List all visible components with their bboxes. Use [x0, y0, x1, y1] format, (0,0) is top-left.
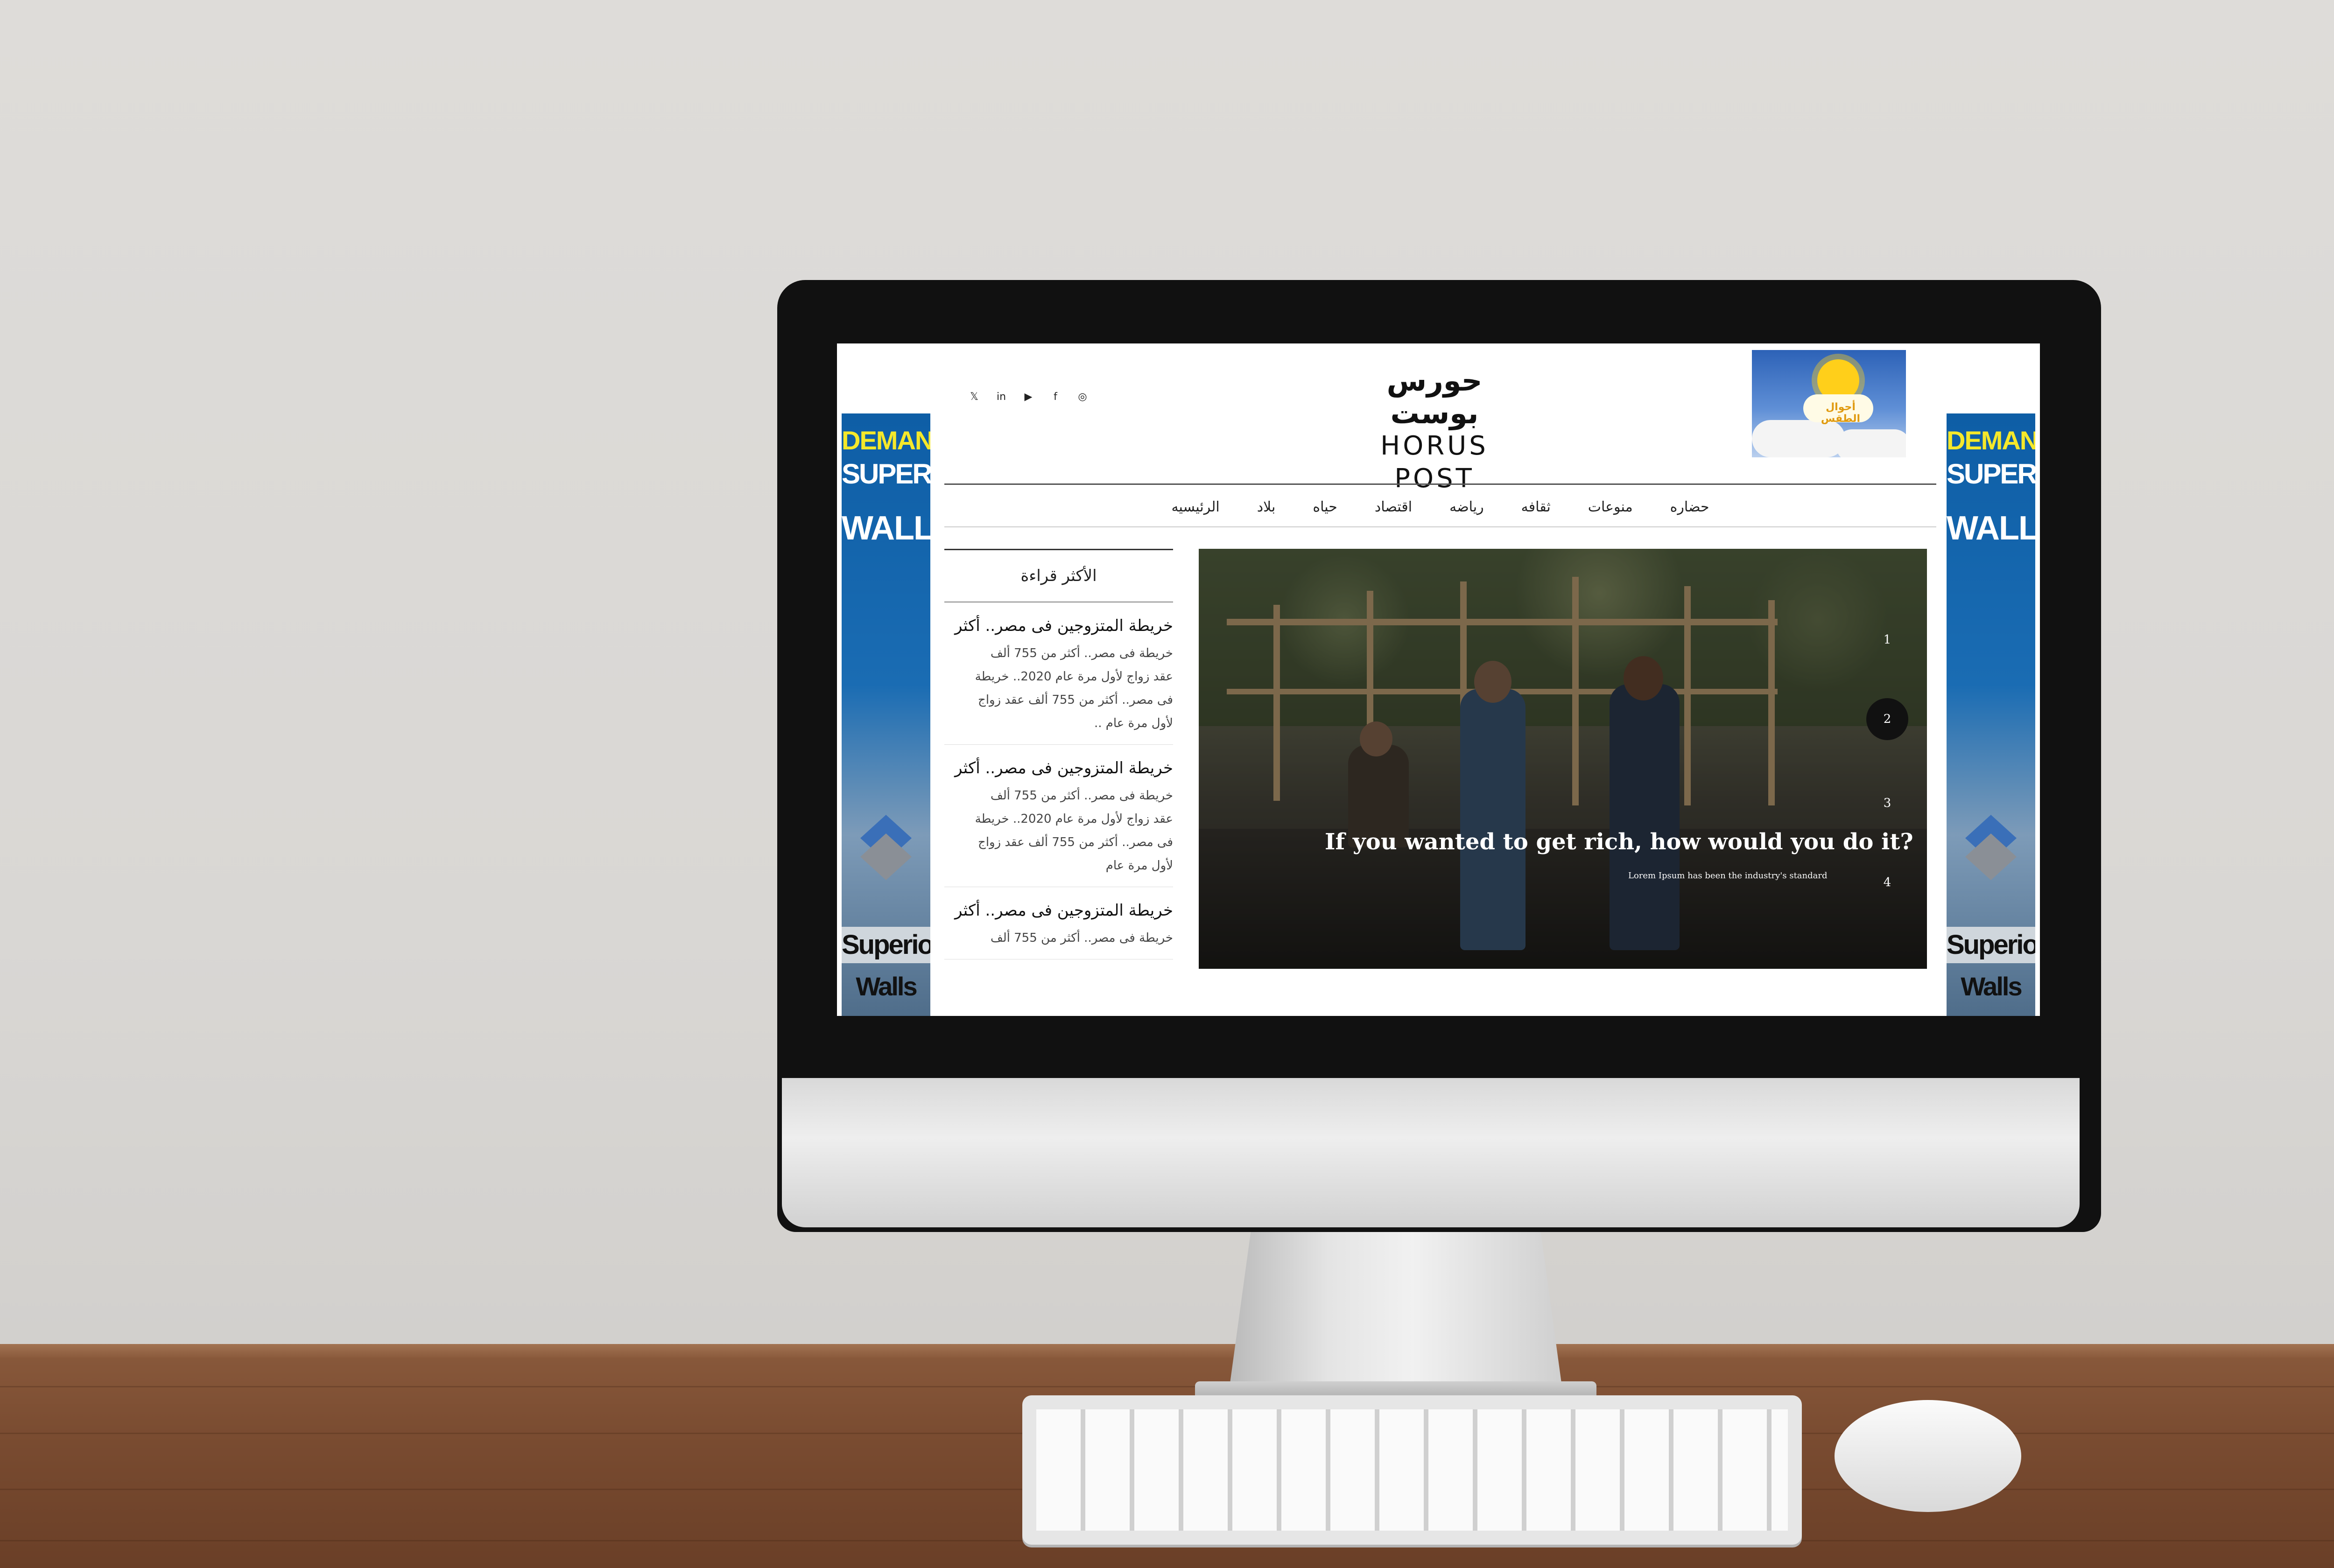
article-headline[interactable]: خريطة المتزوجين فى مصر.. أكثر: [944, 759, 1173, 777]
ad-brand-text: Superior: [842, 927, 930, 963]
list-item[interactable]: خريطة المتزوجين فى مصر.. أكثر خريطة فى م…: [944, 887, 1173, 959]
most-read-title: الأكثر قراءة: [944, 549, 1173, 602]
instagram-icon[interactable]: ◎: [1076, 390, 1089, 403]
slider-dot-4[interactable]: 4: [1866, 861, 1908, 903]
article-headline[interactable]: خريطة المتزوجين فى مصر.. أكثر: [944, 616, 1173, 635]
monitor-stand: [1228, 1204, 1564, 1400]
ad-demand-text: DEMAND: [1947, 426, 2035, 455]
keyboard: [1022, 1395, 1802, 1545]
facebook-icon[interactable]: f: [1049, 390, 1062, 403]
slider-pagination: 1 2 3 4: [1848, 549, 1927, 969]
nav-item-sports[interactable]: رياضه: [1449, 499, 1484, 515]
slide-title[interactable]: If you wanted to get rich, how would you…: [1325, 829, 1913, 855]
article-excerpt: خريطة فى مصر.. أكثر من 755 ألف عقد زواج …: [975, 646, 1173, 730]
right-banner-ad[interactable]: DEMAND SUPERIOR WALLS Superior Walls: [1947, 413, 2035, 1016]
nav-item-countries[interactable]: بلاد: [1257, 499, 1276, 515]
slider-dot-1[interactable]: 1: [1866, 619, 1908, 661]
nav-item-culture[interactable]: ثقافه: [1521, 499, 1551, 515]
nav-item-life[interactable]: حياه: [1313, 499, 1337, 515]
superior-walls-logo-icon: [860, 815, 912, 880]
nav-top-rule: [944, 483, 1936, 485]
linkedin-icon[interactable]: in: [995, 390, 1008, 403]
nav-bottom-rule: [944, 526, 1936, 527]
ad-brand-text-2: Walls: [856, 972, 917, 1001]
article-headline[interactable]: خريطة المتزوجين فى مصر.. أكثر: [944, 901, 1173, 920]
youtube-icon[interactable]: ▶: [1022, 390, 1035, 403]
left-banner-ad[interactable]: DEMAND SUPERIOR WALLS Superior Walls: [842, 413, 930, 1016]
slider-dot-2[interactable]: 2: [1866, 698, 1908, 740]
slider-dot-3[interactable]: 3: [1866, 782, 1908, 824]
ad-brand-text: Superior: [1947, 927, 2035, 963]
site-logo[interactable]: حورس بوست HORUS POST: [1350, 364, 1519, 494]
ad-demand-text: DEMAND: [842, 426, 930, 455]
nav-item-home[interactable]: الرئيسيه: [1171, 499, 1219, 515]
article-excerpt: خريطة فى مصر.. أكثر من 755 ألف: [990, 931, 1173, 945]
monitor-chin: [782, 1078, 2080, 1227]
weather-widget[interactable]: أحوال الطقس: [1752, 350, 1906, 457]
ad-superior-text: SUPERIOR: [1947, 458, 2035, 490]
ad-walls-text: WALLS: [842, 510, 930, 547]
twitter-icon[interactable]: 𝕏: [968, 390, 981, 403]
article-excerpt: خريطة فى مصر.. أكثر من 755 ألف عقد زواج …: [975, 789, 1173, 873]
nav-item-civilization[interactable]: حضاره: [1670, 499, 1709, 515]
weather-label: أحوال الطقس: [1821, 401, 1861, 425]
logo-arabic: حورس بوست: [1386, 364, 1483, 430]
social-links: 𝕏 in ▶ f ◎: [968, 390, 1089, 403]
superior-walls-logo-icon: [1965, 815, 2017, 880]
ad-brand-text-2: Walls: [1961, 972, 2022, 1001]
nav-item-misc[interactable]: منوعات: [1588, 499, 1633, 515]
logo-english: HORUS POST: [1380, 431, 1489, 494]
most-read-sidebar: الأكثر قراءة خريطة المتزوجين فى مصر.. أك…: [944, 549, 1173, 1015]
list-item[interactable]: خريطة المتزوجين فى مصر.. أكثر خريطة فى م…: [944, 745, 1173, 887]
ad-walls-text: WALLS: [1947, 510, 2035, 547]
website-screen: DEMAND SUPERIOR WALLS Superior Walls DEM…: [837, 343, 2040, 1016]
slide-overlay: [1199, 549, 1927, 969]
main-nav: الرئيسيه بلاد حياه اقتصاد رياضه ثقافه من…: [944, 488, 1936, 525]
nav-item-economy[interactable]: اقتصاد: [1375, 499, 1412, 515]
slide-subtitle: Lorem Ipsum has been the industry's stan…: [1628, 871, 1828, 881]
ad-superior-text: SUPERIOR: [842, 458, 930, 490]
list-item[interactable]: خريطة المتزوجين فى مصر.. أكثر خريطة فى م…: [944, 602, 1173, 745]
hero-slider[interactable]: If you wanted to get rich, how would you…: [1199, 549, 1927, 969]
mouse: [1835, 1400, 2021, 1512]
